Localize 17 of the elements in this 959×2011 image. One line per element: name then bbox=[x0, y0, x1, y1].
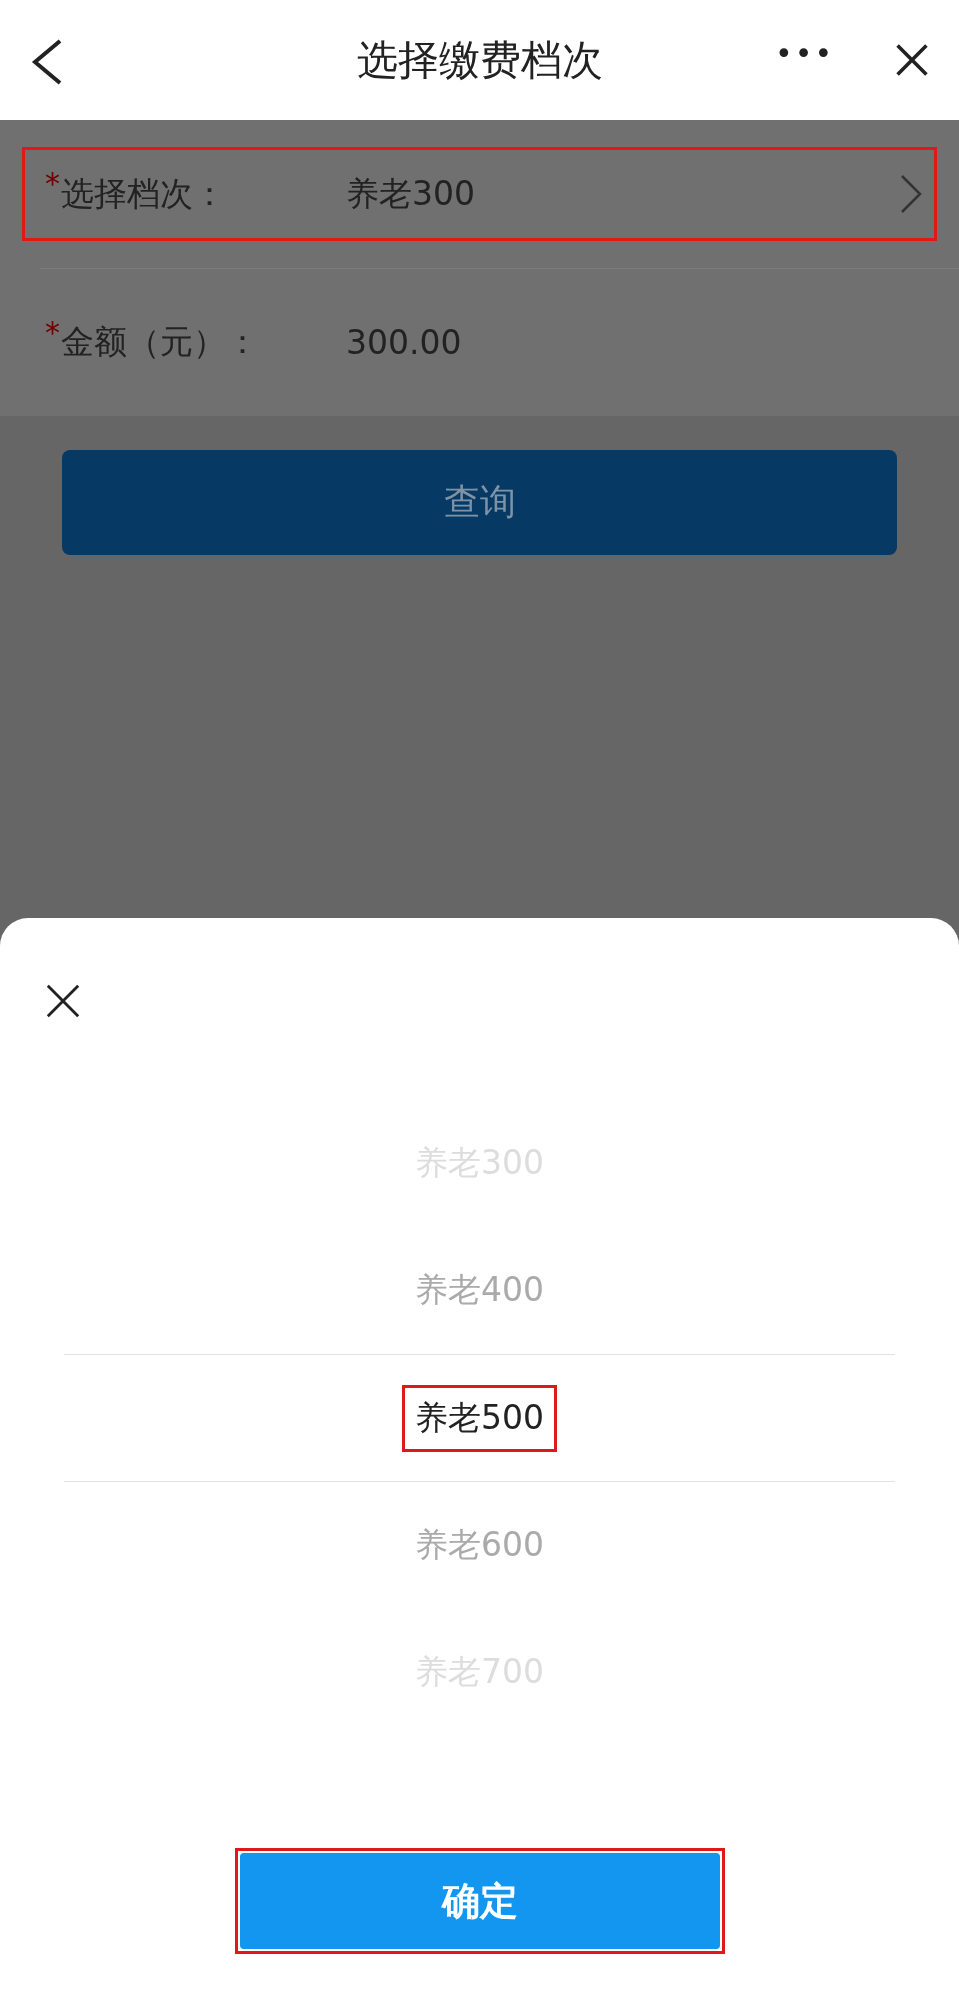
close-icon[interactable] bbox=[44, 982, 82, 1020]
chevron-right-icon[interactable] bbox=[900, 174, 922, 214]
close-icon[interactable] bbox=[894, 42, 930, 78]
required-mark: * bbox=[45, 166, 61, 201]
confirm-button[interactable]: 确定 bbox=[239, 1853, 720, 1949]
field-value[interactable]: 养老300 bbox=[346, 171, 900, 217]
more-button[interactable]: ••• bbox=[775, 36, 835, 71]
query-button[interactable]: 查询 bbox=[62, 450, 897, 555]
field-label: 金额（元）： bbox=[61, 321, 260, 363]
field-label: 选择档次： bbox=[61, 172, 227, 215]
picker-option[interactable]: 养老400 bbox=[402, 1257, 557, 1324]
picker-option[interactable]: 养老600 bbox=[402, 1512, 557, 1579]
picker-option[interactable]: 养老500 bbox=[402, 1384, 557, 1452]
field-value: 300.00 bbox=[346, 323, 463, 362]
page-title: 选择缴费档次 bbox=[356, 34, 603, 86]
required-mark: * bbox=[45, 314, 61, 350]
back-icon[interactable] bbox=[30, 38, 64, 86]
